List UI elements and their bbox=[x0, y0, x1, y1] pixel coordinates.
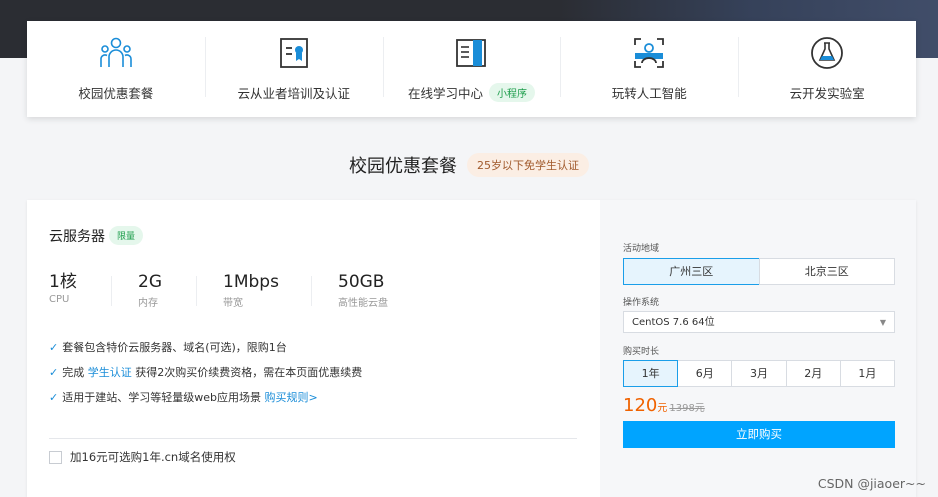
nav-label: 在线学习中心 bbox=[407, 86, 483, 101]
price-value: 120 bbox=[623, 395, 658, 416]
region-option-guangzhou[interactable]: 广州三区 bbox=[623, 258, 760, 285]
duration-option-1m[interactable]: 1月 bbox=[839, 360, 896, 387]
bullet-text: 套餐包含特价云服务器、域名(可选)，限购1台 bbox=[62, 341, 287, 354]
price: 120元 1398元 bbox=[623, 395, 705, 416]
bullet-item: ✓ 适用于建站、学习等轻量级web应用场景 购买规则> bbox=[49, 390, 362, 415]
nav-item-campus-package[interactable]: 校园优惠套餐 bbox=[27, 21, 205, 117]
flask-icon bbox=[811, 37, 843, 69]
nav-label: 校园优惠套餐 bbox=[78, 86, 154, 101]
os-value: CentOS 7.6 64位 bbox=[632, 317, 715, 328]
duration-option-2m[interactable]: 2月 bbox=[785, 360, 841, 387]
price-unit: 元 bbox=[657, 403, 668, 414]
spec-value: 1核 bbox=[49, 272, 77, 292]
spec-value: 2G bbox=[138, 272, 162, 292]
check-icon: ✓ bbox=[49, 341, 59, 354]
buy-now-button[interactable]: 立即购买 bbox=[623, 421, 895, 448]
addon-label: 加16元可选购1年.cn域名使用权 bbox=[70, 450, 236, 464]
spec-divider bbox=[196, 276, 197, 306]
spec-bandwidth: 1Mbps 带宽 bbox=[223, 272, 311, 309]
check-icon: ✓ bbox=[49, 391, 59, 404]
duration-selector: 1年 6月 3月 2月 1月 bbox=[623, 360, 896, 387]
student-auth-link[interactable]: 学生认证 bbox=[88, 366, 132, 379]
spec-label: 带宽 bbox=[223, 298, 243, 309]
feature-nav: 校园优惠套餐 云从业者培训及认证 在线学习中心 小程序 玩转人工智能 云开发实验… bbox=[27, 21, 916, 117]
nav-label: 云开发实验室 bbox=[789, 86, 865, 101]
divider bbox=[49, 438, 577, 439]
region-selector: 广州三区 北京三区 bbox=[623, 258, 895, 285]
nav-item-ai[interactable]: 玩转人工智能 bbox=[560, 21, 738, 117]
book-icon bbox=[456, 39, 487, 67]
bullet-item: ✓ 套餐包含特价云服务器、域名(可选)，限购1台 bbox=[49, 340, 362, 365]
addon-checkbox[interactable] bbox=[49, 450, 62, 464]
spec-divider bbox=[111, 276, 112, 306]
purchase-rules-link[interactable]: 购买规则> bbox=[264, 391, 317, 404]
bullet-text: 完成 bbox=[62, 366, 88, 379]
certificate-icon bbox=[279, 38, 308, 68]
spec-cpu: 1核 CPU bbox=[49, 272, 111, 309]
region-label: 活动地域 bbox=[623, 244, 660, 254]
bullet-text: 获得2次购买价续费资格，需在本页面优惠续费 bbox=[131, 366, 363, 379]
spec-value: 1Mbps bbox=[223, 272, 279, 292]
nav-item-dev-lab[interactable]: 云开发实验室 bbox=[738, 21, 916, 117]
bullet-text: 适用于建站、学习等轻量级web应用场景 bbox=[62, 391, 265, 404]
product-details: 云服务器 限量 1核 CPU 2G 内存 1Mbps 带宽 50GB 高性能云盘 bbox=[27, 200, 600, 497]
feature-bullets: ✓ 套餐包含特价云服务器、域名(可选)，限购1台 ✓ 完成 学生认证 获得2次购买价… bbox=[49, 340, 362, 415]
section-heading: 校园优惠套餐 25岁以下免学生认证 bbox=[0, 152, 938, 178]
region-option-beijing[interactable]: 北京三区 bbox=[758, 258, 895, 285]
student-tag: 25岁以下免学生认证 bbox=[467, 153, 589, 177]
duration-option-3m[interactable]: 3月 bbox=[731, 360, 787, 387]
domain-addon-option[interactable]: 加16元可选购1年.cn域名使用权 bbox=[49, 449, 236, 465]
nav-label: 云从业者培训及认证 bbox=[237, 86, 350, 101]
spec-label: 高性能云盘 bbox=[338, 298, 388, 309]
nav-item-online-learning[interactable]: 在线学习中心 小程序 bbox=[382, 21, 561, 117]
spec-divider bbox=[311, 276, 312, 306]
product-card: 云服务器 限量 1核 CPU 2G 内存 1Mbps 带宽 50GB 高性能云盘 bbox=[27, 200, 916, 497]
people-group-icon bbox=[100, 37, 132, 67]
check-icon: ✓ bbox=[49, 366, 59, 379]
duration-option-6m[interactable]: 6月 bbox=[677, 360, 733, 387]
original-price: 1398元 bbox=[669, 403, 705, 414]
spec-label: CPU bbox=[49, 294, 70, 305]
spec-value: 50GB bbox=[338, 272, 385, 292]
watermark: CSDN @jiaoer~~ bbox=[817, 476, 926, 491]
chevron-down-icon: ▼ bbox=[879, 318, 886, 327]
nav-label: 玩转人工智能 bbox=[611, 86, 687, 101]
spec-memory: 2G 内存 bbox=[138, 272, 196, 309]
os-select[interactable]: CentOS 7.6 64位 ▼ bbox=[623, 311, 895, 333]
duration-label: 购买时长 bbox=[623, 347, 660, 357]
section-title: 校园优惠套餐 bbox=[349, 156, 457, 177]
face-scan-icon bbox=[634, 38, 665, 68]
spec-disk: 50GB 高性能云盘 bbox=[338, 272, 428, 309]
mini-program-badge: 小程序 bbox=[489, 83, 535, 102]
purchase-panel: 活动地域 广州三区 北京三区 操作系统 CentOS 7.6 64位 ▼ 购买时… bbox=[600, 200, 916, 497]
spec-list: 1核 CPU 2G 内存 1Mbps 带宽 50GB 高性能云盘 bbox=[49, 272, 428, 309]
product-name: 云服务器 bbox=[49, 229, 105, 245]
duration-option-1y[interactable]: 1年 bbox=[623, 360, 679, 387]
bullet-item: ✓ 完成 学生认证 获得2次购买价续费资格，需在本页面优惠续费 bbox=[49, 365, 362, 390]
nav-item-cloud-training[interactable]: 云从业者培训及认证 bbox=[204, 21, 383, 117]
spec-label: 内存 bbox=[138, 298, 158, 309]
limited-badge: 限量 bbox=[109, 226, 144, 245]
os-label: 操作系统 bbox=[623, 298, 660, 308]
